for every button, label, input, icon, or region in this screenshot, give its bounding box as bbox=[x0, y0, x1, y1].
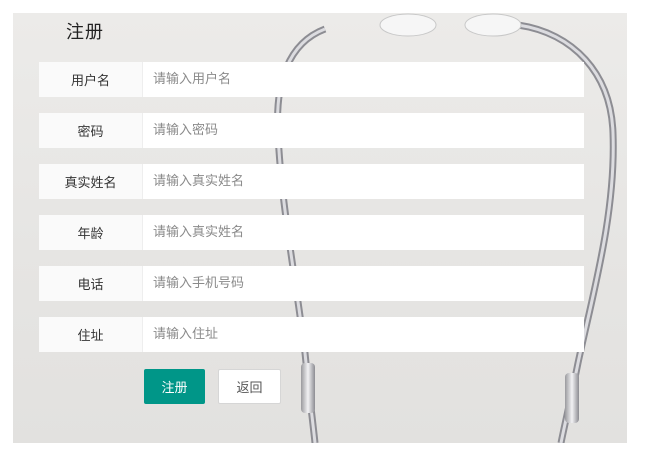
register-button[interactable]: 注册 bbox=[144, 369, 205, 404]
username-input[interactable] bbox=[143, 62, 584, 97]
realname-input[interactable] bbox=[143, 164, 584, 199]
username-label: 用户名 bbox=[39, 62, 143, 97]
address-row: 住址 bbox=[39, 317, 584, 352]
page-title: 注册 bbox=[66, 22, 104, 43]
realname-label: 真实姓名 bbox=[39, 164, 143, 199]
password-input[interactable] bbox=[143, 113, 584, 148]
realname-row: 真实姓名 bbox=[39, 164, 584, 199]
phone-input[interactable] bbox=[143, 266, 584, 301]
username-row: 用户名 bbox=[39, 62, 584, 97]
password-row: 密码 bbox=[39, 113, 584, 148]
back-button[interactable]: 返回 bbox=[218, 369, 281, 404]
address-input[interactable] bbox=[143, 317, 584, 352]
register-panel: 注册 用户名 密码 真实姓名 年龄 电话 住址 注册 返回 bbox=[13, 13, 627, 443]
age-row: 年龄 bbox=[39, 215, 584, 250]
password-label: 密码 bbox=[39, 113, 143, 148]
age-input[interactable] bbox=[143, 215, 584, 250]
phone-row: 电话 bbox=[39, 266, 584, 301]
age-label: 年龄 bbox=[39, 215, 143, 250]
address-label: 住址 bbox=[39, 317, 143, 352]
phone-label: 电话 bbox=[39, 266, 143, 301]
